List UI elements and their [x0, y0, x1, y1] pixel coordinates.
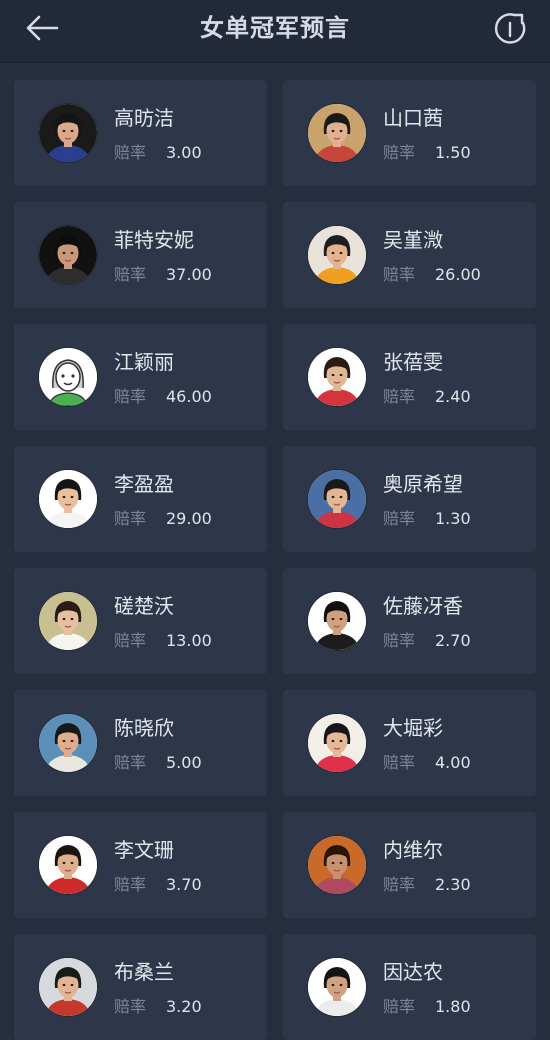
- odds-label: 赔率: [114, 509, 147, 528]
- odds-label: 赔率: [383, 875, 416, 894]
- odds-value: 1.30: [435, 509, 471, 528]
- odds-value: 4.00: [435, 753, 471, 772]
- odds-label: 赔率: [383, 753, 416, 772]
- odds-label: 赔率: [114, 631, 147, 650]
- player-avatar: [39, 958, 97, 1016]
- player-name: 奥原希望: [383, 472, 463, 496]
- odds-value: 26.00: [435, 265, 481, 284]
- player-name: 山口茜: [383, 106, 443, 130]
- player-card[interactable]: 佐藤冴香 赔率 2.70: [283, 568, 536, 674]
- odds-value: 2.40: [435, 387, 471, 406]
- odds-label: 赔率: [114, 143, 147, 162]
- player-card[interactable]: 张蓓雯 赔率 2.40: [283, 324, 536, 430]
- player-name: 布桑兰: [114, 960, 174, 984]
- player-avatar: [308, 592, 366, 650]
- odds-label: 赔率: [114, 387, 147, 406]
- player-avatar: [39, 104, 97, 162]
- player-name: 因达农: [383, 960, 443, 984]
- odds-value: 3.00: [166, 143, 202, 162]
- share-button[interactable]: [490, 8, 530, 48]
- odds-label: 赔率: [383, 387, 416, 406]
- player-name: 磋楚沃: [114, 594, 174, 618]
- player-card[interactable]: 吴堇溦 赔率 26.00: [283, 202, 536, 308]
- odds-label: 赔率: [114, 265, 147, 284]
- player-card[interactable]: 李文珊 赔率 3.70: [14, 812, 267, 918]
- player-name: 大堀彩: [383, 716, 443, 740]
- player-avatar: [308, 714, 366, 772]
- player-name: 张蓓雯: [383, 350, 443, 374]
- player-card[interactable]: 大堀彩 赔率 4.00: [283, 690, 536, 796]
- player-name: 内维尔: [383, 838, 443, 862]
- player-avatar: [308, 348, 366, 406]
- player-avatar: [39, 836, 97, 894]
- player-name: 陈晓欣: [114, 716, 174, 740]
- player-card[interactable]: 山口茜 赔率 1.50: [283, 80, 536, 186]
- odds-label: 赔率: [383, 631, 416, 650]
- app-header: 女单冠军预言: [0, 0, 550, 63]
- odds-value: 29.00: [166, 509, 212, 528]
- player-name: 菲特安妮: [114, 228, 194, 252]
- player-card[interactable]: 江颖丽 赔率 46.00: [14, 324, 267, 430]
- player-card[interactable]: 陈晓欣 赔率 5.00: [14, 690, 267, 796]
- odds-value: 2.30: [435, 875, 471, 894]
- player-card[interactable]: 布桑兰 赔率 3.20: [14, 934, 267, 1040]
- odds-value: 3.70: [166, 875, 202, 894]
- odds-label: 赔率: [383, 509, 416, 528]
- player-name: 江颖丽: [114, 350, 174, 374]
- player-name: 李盈盈: [114, 472, 174, 496]
- player-card[interactable]: 高昉洁 赔率 3.00: [14, 80, 267, 186]
- odds-label: 赔率: [114, 753, 147, 772]
- odds-value: 1.50: [435, 143, 471, 162]
- player-card[interactable]: 李盈盈 赔率 29.00: [14, 446, 267, 552]
- player-name: 高昉洁: [114, 106, 174, 130]
- odds-value: 13.00: [166, 631, 212, 650]
- player-card[interactable]: 菲特安妮 赔率 37.00: [14, 202, 267, 308]
- player-avatar: [308, 958, 366, 1016]
- odds-label: 赔率: [383, 265, 416, 284]
- odds-label: 赔率: [114, 997, 147, 1016]
- odds-value: 5.00: [166, 753, 202, 772]
- player-avatar: [308, 836, 366, 894]
- player-avatar: [308, 104, 366, 162]
- player-name: 李文珊: [114, 838, 174, 862]
- player-name: 佐藤冴香: [383, 594, 463, 618]
- player-avatar: [39, 470, 97, 528]
- odds-value: 1.80: [435, 997, 471, 1016]
- odds-value: 2.70: [435, 631, 471, 650]
- player-grid: 高昉洁 赔率 3.00 山口茜 赔率 1.50 菲特安妮 赔率 37.00 吴堇…: [14, 80, 536, 1040]
- odds-label: 赔率: [114, 875, 147, 894]
- player-card[interactable]: 磋楚沃 赔率 13.00: [14, 568, 267, 674]
- player-avatar: [39, 226, 97, 284]
- odds-value: 3.20: [166, 997, 202, 1016]
- page-title: 女单冠军预言: [200, 14, 350, 42]
- odds-label: 赔率: [383, 997, 416, 1016]
- share-icon: [494, 13, 526, 44]
- player-avatar: [308, 470, 366, 528]
- odds-value: 37.00: [166, 265, 212, 284]
- player-avatar: [39, 592, 97, 650]
- player-card[interactable]: 奥原希望 赔率 1.30: [283, 446, 536, 552]
- player-card[interactable]: 内维尔 赔率 2.30: [283, 812, 536, 918]
- default-avatar-icon: [39, 348, 97, 406]
- odds-label: 赔率: [383, 143, 416, 162]
- odds-value: 46.00: [166, 387, 212, 406]
- player-avatar: [39, 714, 97, 772]
- player-name: 吴堇溦: [383, 228, 443, 252]
- player-card[interactable]: 因达农 赔率 1.80: [283, 934, 536, 1040]
- player-avatar: [308, 226, 366, 284]
